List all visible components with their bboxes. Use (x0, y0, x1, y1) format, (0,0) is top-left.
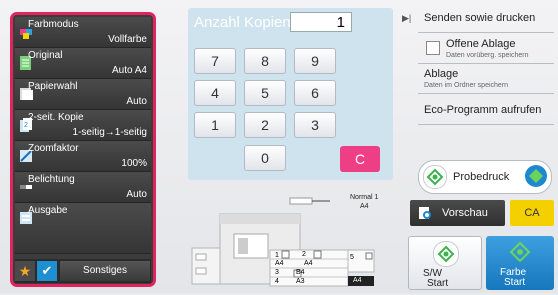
filing-description: Daten im Ordner speichern (424, 82, 509, 89)
setting-zoom[interactable]: Zoomfaktor 100% (15, 141, 151, 172)
copies-input[interactable]: 1 (290, 12, 352, 32)
color-start-icon (508, 240, 532, 264)
setting-value: Auto (126, 189, 147, 200)
machine-diagram: Normal 1 A4 1 A4 2 A4 3 B4 4 A3 5 A4 (190, 190, 390, 290)
bw-start-label-2: Start (427, 278, 449, 289)
hold-item[interactable]: Offene Ablage (446, 38, 516, 50)
setting-name: Papierwahl (28, 81, 78, 92)
setting-color-mode[interactable]: Farbmodus Vollfarbe (15, 17, 151, 48)
tray-5-number: 5 (350, 254, 354, 261)
hold-checkbox[interactable] (426, 41, 440, 55)
menu-divider (418, 63, 554, 64)
clear-all-button[interactable]: CA (510, 200, 554, 226)
setting-paper-select[interactable]: Papierwahl Auto (15, 79, 151, 110)
tray-4-size: A3 (296, 278, 305, 285)
color-start-label-2: Start (504, 277, 526, 288)
preview-button[interactable]: Vorschau (410, 200, 505, 226)
setting-name: Farbmodus (28, 19, 79, 30)
preview-icon (418, 206, 432, 225)
tray-4-number: 4 (275, 278, 279, 285)
setting-value: Auto (126, 96, 147, 107)
tray-3-number: 3 (275, 269, 279, 276)
key-6[interactable]: 6 (294, 80, 336, 106)
setting-name: Original (28, 50, 63, 61)
other-settings-button[interactable]: Sonstiges (60, 261, 150, 281)
check-settings-button[interactable]: ✔ (37, 261, 57, 281)
filing-item[interactable]: Ablage (424, 68, 458, 80)
key-8[interactable]: 8 (244, 48, 286, 74)
hold-description: Daten vorüberg. speichern (446, 52, 529, 59)
bw-start-button[interactable]: S/W Start (408, 236, 482, 290)
setting-name: Zoomfaktor (28, 143, 79, 154)
key-0[interactable]: 0 (244, 145, 286, 171)
setting-output[interactable]: Ausgabe (15, 203, 151, 254)
sample-print-label: Probedruck (453, 171, 510, 183)
tray-5-size: A4 (353, 277, 362, 284)
key-4[interactable]: 4 (194, 80, 236, 106)
setting-value: Vollfarbe (108, 34, 147, 45)
setting-value: Auto A4 (111, 65, 147, 76)
bw-start-icon (433, 241, 459, 267)
key-5[interactable]: 5 (244, 80, 286, 106)
menu-divider (418, 93, 554, 94)
key-9[interactable]: 9 (294, 48, 336, 74)
color-start-button[interactable]: Farbe Start (486, 236, 554, 290)
color-start-icon (525, 165, 547, 187)
menu-divider (418, 32, 554, 33)
favorite-button[interactable]: ★ (15, 261, 35, 281)
setting-exposure[interactable]: Belichtung Auto (15, 172, 151, 203)
start-icon (423, 165, 447, 189)
setting-name: 2-seit. Kopie (28, 112, 84, 123)
menu-divider (418, 124, 554, 125)
key-1[interactable]: 1 (194, 112, 236, 138)
tray-2-size: A4 (304, 260, 313, 267)
output-tray-label: Normal 1 (350, 194, 379, 201)
checkmark-icon: ✔ (41, 263, 53, 278)
setting-name: Ausgabe (28, 205, 68, 216)
preview-label: Vorschau (442, 207, 488, 219)
settings-panel: Farbmodus Vollfarbe Original Auto A4 Pap… (10, 12, 156, 287)
eco-program-item[interactable]: Eco-Programm aufrufen (424, 104, 541, 116)
copies-keypad: Anzahl Kopien 1 7 8 9 4 5 6 1 2 3 0 C (188, 8, 393, 180)
svg-text:2: 2 (24, 122, 28, 129)
tray-2-number: 2 (302, 251, 306, 258)
sample-print-button[interactable]: Probedruck (418, 160, 552, 194)
setting-name: Belichtung (28, 174, 75, 185)
key-3[interactable]: 3 (294, 112, 336, 138)
output-tray-size: A4 (360, 203, 369, 210)
settings-footer: ★ ✔ Sonstiges (15, 259, 151, 283)
tray-1-size: A4 (275, 260, 284, 267)
copy-screen: Farbmodus Vollfarbe Original Auto A4 Pap… (0, 0, 558, 293)
setting-value: 1-seitig→1-seitig (72, 127, 147, 138)
key-7[interactable]: 7 (194, 48, 236, 74)
copies-label: Anzahl Kopien (194, 14, 291, 31)
tray-1-number: 1 (275, 252, 279, 259)
clear-button[interactable]: C (340, 146, 380, 172)
star-icon: ★ (18, 263, 32, 279)
setting-duplex[interactable]: 2 2-seit. Kopie 1-seitig→1-seitig (15, 110, 151, 141)
setting-original[interactable]: Original Auto A4 (15, 48, 151, 79)
setting-value: 100% (121, 158, 147, 169)
tray-3-size: B4 (296, 269, 305, 276)
expand-arrow-icon[interactable]: ▶| (402, 13, 411, 24)
key-2[interactable]: 2 (244, 112, 286, 138)
send-and-print-item[interactable]: Senden sowie drucken (424, 12, 535, 24)
